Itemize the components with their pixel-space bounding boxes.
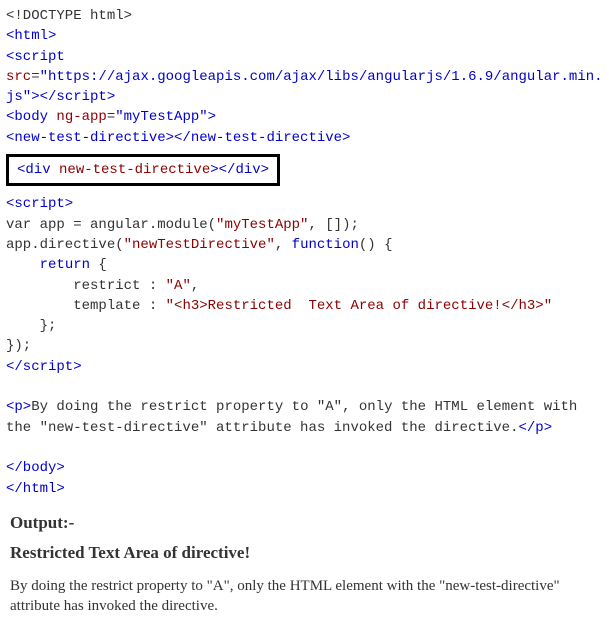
code-token: = (31, 69, 39, 85)
code-token: template : (6, 298, 166, 314)
output-heading: Restricted Text Area of directive! (10, 541, 603, 566)
code-token: restrict : (6, 278, 166, 294)
code-token: <body (6, 109, 48, 125)
code-token: "myTestApp" (115, 109, 207, 125)
highlighted-code-box: <div new-test-directive></div> (6, 154, 280, 186)
code-token: ></script> (31, 89, 115, 105)
output-label: Output:- (10, 511, 603, 536)
code-token: </div> (219, 162, 269, 178)
output-paragraph: By doing the restrict property to "A", o… (10, 576, 599, 617)
code-token: > (208, 109, 216, 125)
code-token: { (90, 257, 107, 273)
code-token: </p> (518, 420, 552, 436)
code-token: "myTestApp" (216, 217, 308, 233)
code-token: "A" (166, 278, 191, 294)
code-line: <!DOCTYPE html> (6, 8, 132, 24)
code-line: }; (6, 318, 56, 334)
code-token: By doing the restrict property to "A", o… (6, 399, 586, 435)
code-line: }); (6, 338, 31, 354)
code-token: new-test-directive (51, 162, 211, 178)
code-token: > (210, 162, 218, 178)
code-token: , (191, 278, 199, 294)
code-token: </new-test-directive> (174, 130, 350, 146)
code-token: "newTestDirective" (124, 237, 275, 253)
code-token: = (107, 109, 115, 125)
code-line: </script> (6, 359, 82, 375)
code-token: var app = angular.module( (6, 217, 216, 233)
code-token: , []); (308, 217, 358, 233)
code-token: <script (6, 49, 65, 65)
code-token: function (292, 237, 359, 253)
code-token: ng-app (48, 109, 107, 125)
code-token: () { (359, 237, 393, 253)
code-line: <html> (6, 28, 56, 44)
code-token: <p> (6, 399, 31, 415)
code-token: <new-test-directive> (6, 130, 174, 146)
code-line: </html> (6, 481, 65, 497)
code-line: </body> (6, 460, 65, 476)
code-token: , (275, 237, 292, 253)
code-block: <script> var app = angular.module("myTes… (6, 194, 603, 498)
code-line: <script> (6, 196, 73, 212)
code-block: <!DOCTYPE html> <html> <script src="http… (6, 6, 603, 148)
code-token (6, 257, 40, 273)
code-token: app.directive( (6, 237, 124, 253)
code-token: "<h3>Restricted Text Area of directive!<… (166, 298, 552, 314)
code-token: return (40, 257, 90, 273)
code-token: <div (17, 162, 51, 178)
